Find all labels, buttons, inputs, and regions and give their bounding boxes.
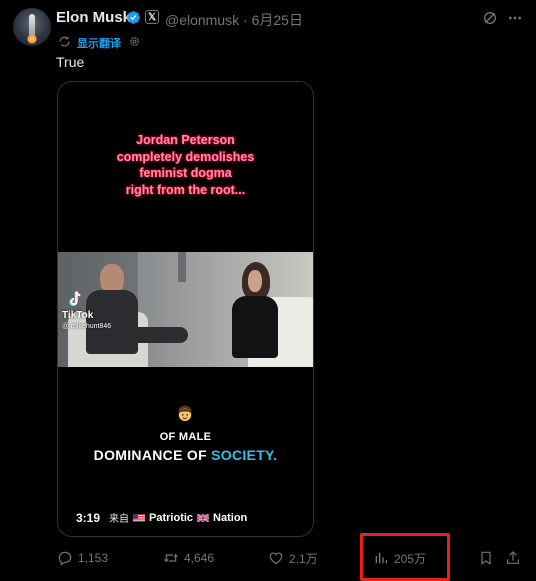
author-name[interactable]: Elon Musk [56, 9, 131, 26]
avatar[interactable] [13, 8, 51, 46]
share-button[interactable] [505, 549, 526, 567]
video-player[interactable]: Jordan Peterson completely demolishes fe… [57, 81, 314, 537]
bookmark-icon [481, 551, 491, 565]
repost-count: 4,646 [184, 551, 215, 565]
reply-button[interactable]: 1,153 [57, 549, 108, 567]
interviewer-figure [228, 262, 283, 362]
us-flag-icon [133, 513, 146, 522]
repost-button[interactable]: 4,646 [163, 549, 214, 567]
bookmark-button[interactable] [478, 549, 499, 567]
man-emoji-icon [178, 405, 192, 422]
retweet-icon [164, 553, 178, 563]
avatar-rocket [29, 14, 35, 36]
like-button[interactable]: 2.1万 [268, 549, 318, 567]
tiktok-watermark: TikTok [62, 310, 94, 321]
author-handle[interactable]: @elonmusk [165, 12, 239, 28]
video-meta: 3:19 来自 Patriotic Nation [76, 510, 247, 526]
avatar-flame [27, 34, 37, 44]
video-source-part2[interactable]: Nation [213, 512, 247, 524]
reply-icon [58, 551, 72, 566]
more-icon[interactable] [506, 10, 524, 26]
tweet-text: True [56, 54, 85, 70]
separator-dot: · [243, 12, 252, 28]
x-affiliation-badge: 𝕏 [145, 10, 159, 24]
tiktok-handle: @ mikehunt846 [62, 323, 112, 330]
tweet-date[interactable]: 6月25日 [252, 12, 303, 28]
verified-badge-icon [127, 11, 140, 24]
video-caption-bottom: DOMINANCE OF SOCIETY. [58, 447, 313, 463]
interviewee-legs [128, 327, 188, 343]
caption-line: completely demolishes [116, 149, 255, 164]
like-count: 2.1万 [289, 551, 318, 566]
video-caption-top: Jordan Peterson completely demolishes fe… [58, 132, 313, 198]
uk-flag-icon [197, 513, 210, 522]
views-highlight-box [360, 533, 450, 581]
caption-line: feminist dogma [139, 166, 232, 180]
caption-line: right from the root... [125, 182, 246, 197]
reply-count: 1,153 [78, 551, 109, 565]
interviewee-figure [86, 264, 138, 354]
from-label: 来自 [109, 514, 130, 525]
video-frame: TikTok @ mikehunt846 [58, 252, 313, 367]
caption-bottom-prefix: DOMINANCE OF [93, 447, 212, 463]
grok-icon[interactable] [482, 10, 498, 26]
show-translation-link[interactable]: 显示翻译 [77, 35, 121, 51]
tiktok-logo-icon [69, 290, 81, 306]
video-source-part1[interactable]: Patriotic [149, 512, 193, 524]
video-caption-male: OF MALE [159, 431, 212, 443]
gear-icon[interactable] [129, 36, 140, 47]
heart-icon [269, 552, 283, 565]
caption-line: Jordan Peterson [136, 133, 235, 147]
caption-bottom-accent: SOCIETY. [211, 447, 278, 463]
translate-icon [59, 36, 70, 47]
video-duration: 3:19 [76, 510, 101, 525]
share-icon [507, 551, 519, 564]
author-handle-and-date[interactable]: @elonmusk · 6月25日 [165, 10, 303, 30]
studio-light [178, 252, 186, 282]
